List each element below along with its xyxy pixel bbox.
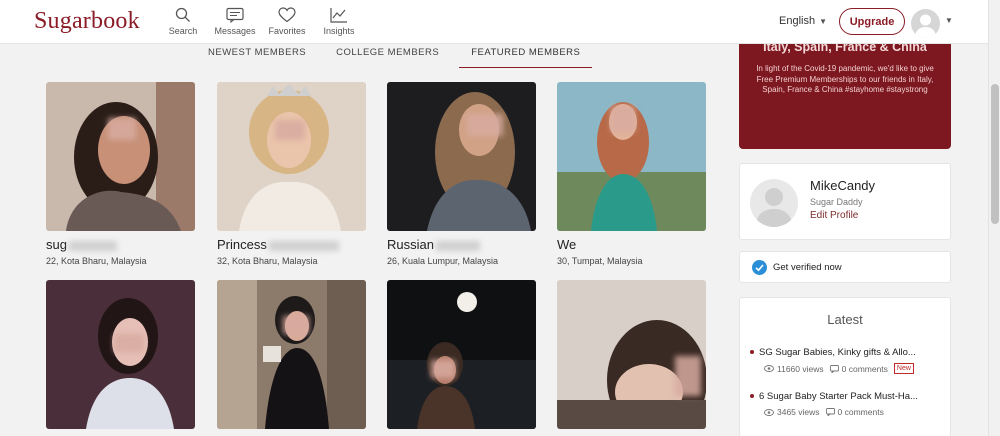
member-photo (387, 82, 536, 231)
logo[interactable]: Sugarbook (34, 8, 140, 35)
get-verified-label: Get verified now (773, 262, 842, 273)
member-location: 32, Kota Bharu, Malaysia (217, 256, 318, 266)
member-location: 22, Kota Bharu, Malaysia (46, 256, 147, 266)
latest-posts-panel: Latest SG Sugar Babies, Kinky gifts & Al… (739, 297, 951, 436)
promo-body: In light of the Covid-19 pandemic, we'd … (756, 64, 934, 94)
language-selector[interactable]: English ▼ (779, 15, 827, 27)
tab-featured-members[interactable]: FEATURED MEMBERS (459, 44, 593, 68)
nav-favorites[interactable]: Favorites (262, 6, 312, 36)
post-title: SG Sugar Babies, Kinky gifts & Allo... (750, 347, 946, 358)
top-navigation-bar: Sugarbook Search Messages Favorites Insi… (0, 0, 988, 44)
post-meta: 3465 views 0 comments (750, 407, 946, 417)
profile-avatar[interactable] (750, 179, 798, 227)
nav-favorites-label: Favorites (268, 26, 306, 36)
page-scrollbar[interactable] (988, 0, 1000, 436)
scrollbar-thumb[interactable] (991, 84, 999, 224)
profile-card: MikeCandy Sugar Daddy Edit Profile (739, 163, 951, 240)
latest-post-item[interactable]: SG Sugar Babies, Kinky gifts & Allo... 1… (750, 347, 946, 374)
latest-post-item[interactable]: 6 Sugar Baby Starter Pack Must-Ha... 346… (750, 391, 946, 417)
get-verified-panel[interactable]: Get verified now (739, 251, 951, 283)
nav-messages-label: Messages (214, 26, 256, 36)
member-card[interactable]: sug 22, Kota Bharu, Malaysia (46, 82, 196, 266)
post-comments: 0 comments (829, 364, 888, 374)
member-card[interactable] (557, 280, 707, 429)
bullet-dot-icon (750, 350, 754, 355)
eye-icon (764, 365, 774, 372)
new-badge: New (893, 363, 914, 374)
messages-icon (210, 6, 260, 24)
nav-search-label: Search (168, 26, 198, 36)
member-location: 30, Tumpat, Malaysia (557, 256, 643, 266)
member-card[interactable]: Russian 26, Kuala Lumpur, Malaysia (387, 82, 537, 266)
comment-icon (825, 408, 835, 416)
member-photo (46, 82, 195, 231)
member-name: sug (46, 237, 196, 252)
member-photo (557, 280, 706, 429)
post-comments: 0 comments (825, 407, 884, 417)
bullet-dot-icon (750, 394, 754, 399)
profile-role: Sugar Daddy (810, 197, 863, 207)
tab-college-members[interactable]: COLLEGE MEMBERS (324, 44, 451, 68)
member-name: Princess (217, 237, 367, 252)
member-photo (217, 280, 366, 429)
member-photo (46, 280, 195, 429)
post-title: 6 Sugar Baby Starter Pack Must-Ha... (750, 391, 946, 402)
edit-profile-link[interactable]: Edit Profile (810, 210, 858, 221)
user-avatar[interactable] (911, 9, 940, 38)
heart-icon (262, 6, 312, 24)
language-label: English (779, 15, 816, 27)
eye-icon (764, 408, 774, 416)
member-photo (557, 82, 706, 231)
verified-check-icon (752, 260, 767, 275)
chevron-down-icon: ▼ (819, 17, 827, 26)
member-name: Russian (387, 237, 537, 252)
comment-icon (829, 364, 839, 373)
main-nav: Search Messages Favorites Insights (158, 6, 366, 36)
nav-insights-label: Insights (323, 26, 355, 36)
avatar-silhouette-icon (756, 188, 792, 227)
member-card[interactable] (387, 280, 537, 429)
account-menu-chevron-icon[interactable]: ▼ (945, 16, 953, 25)
member-location: 26, Kuala Lumpur, Malaysia (387, 256, 499, 266)
upgrade-button[interactable]: Upgrade (839, 8, 905, 35)
insights-chart-icon (314, 6, 364, 24)
member-card[interactable]: Princess 32, Kota Bharu, Malaysia (217, 82, 367, 266)
covid-promo-banner[interactable]: Italy, Spain, France & China In light of… (739, 30, 951, 149)
avatar-silhouette-icon (915, 14, 936, 38)
post-views: 3465 views (764, 407, 820, 417)
nav-insights[interactable]: Insights (314, 6, 364, 36)
latest-title: Latest (827, 312, 863, 327)
member-tabs: NEWEST MEMBERS COLLEGE MEMBERS FEATURED … (196, 44, 593, 68)
nav-messages[interactable]: Messages (210, 6, 260, 36)
post-meta: 11660 views 0 comments New (750, 363, 946, 374)
post-views: 11660 views (764, 364, 824, 374)
tab-newest-members[interactable]: NEWEST MEMBERS (196, 44, 318, 68)
search-icon (158, 6, 208, 24)
nav-search[interactable]: Search (158, 6, 208, 36)
member-card[interactable] (46, 280, 196, 429)
member-photo (217, 82, 366, 231)
member-card[interactable] (217, 280, 367, 429)
member-photo (387, 280, 536, 429)
member-name: We (557, 237, 577, 252)
profile-name: MikeCandy (810, 178, 876, 193)
member-card[interactable]: We 30, Tumpat, Malaysia (557, 82, 707, 266)
